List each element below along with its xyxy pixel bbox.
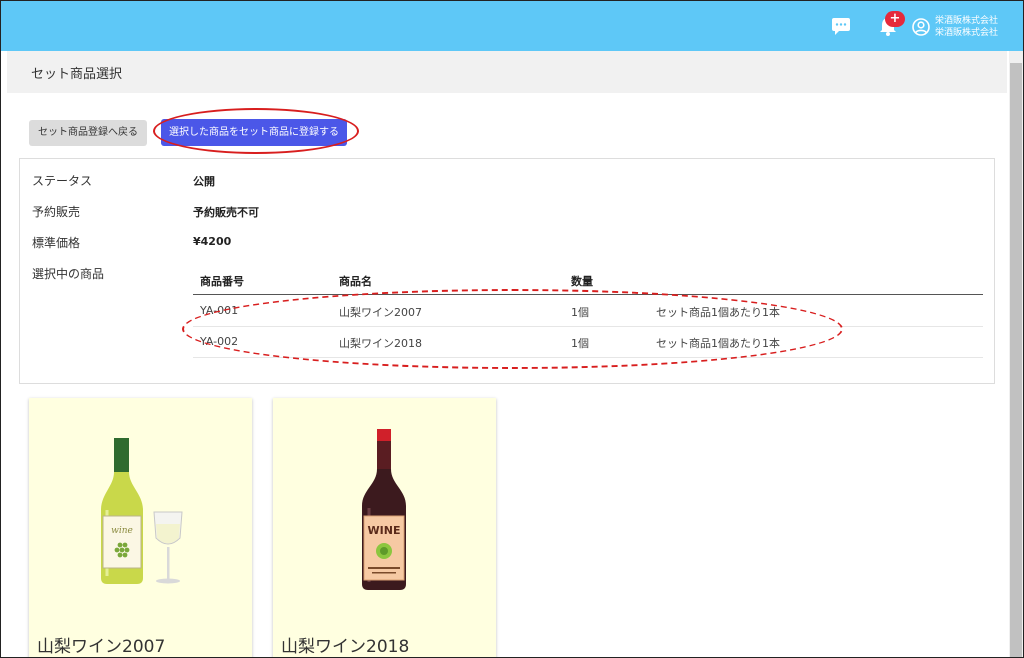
product-name: 山梨ワイン2018 bbox=[281, 637, 410, 657]
row-2-code: YA-002 bbox=[200, 335, 239, 348]
row-2-qty: 1個 bbox=[571, 337, 589, 350]
column-header-code: 商品番号 bbox=[200, 275, 244, 288]
product-name: 山梨ワイン2007 bbox=[37, 637, 166, 657]
selected-products-label: 選択中の商品 bbox=[32, 267, 105, 281]
chat-icon[interactable] bbox=[831, 17, 851, 35]
set-info-panel bbox=[19, 158, 995, 384]
user-company-name[interactable]: 栄酒販株式会社 栄酒販株式会社 bbox=[935, 15, 998, 39]
svg-text:WINE: WINE bbox=[368, 524, 401, 537]
user-line-2: 栄酒販株式会社 bbox=[935, 28, 999, 38]
row-1-code: YA-001 bbox=[200, 304, 239, 317]
back-to-set-registration-button[interactable]: セット商品登録へ戻る bbox=[29, 120, 147, 146]
column-header-qty: 数量 bbox=[571, 275, 593, 288]
table-row-divider bbox=[193, 357, 983, 358]
table-row-divider bbox=[193, 326, 983, 327]
row-2-note: セット商品1個あたり1本 bbox=[656, 337, 780, 350]
status-value: 公開 bbox=[193, 175, 215, 188]
top-navbar bbox=[1, 1, 1023, 51]
row-1-name: 山梨ワイン2007 bbox=[339, 306, 422, 319]
product-card[interactable]: WINE 山梨ワイン2018 bbox=[273, 398, 496, 657]
user-line-1: 栄酒販株式会社 bbox=[935, 16, 999, 26]
red-wine-image: WINE bbox=[362, 429, 406, 590]
page-title-band: セット商品選択 bbox=[7, 51, 1007, 93]
app-window: + 栄酒販株式会社 栄酒販株式会社 セット商品選択 セット商品登録へ戻る 選択し… bbox=[0, 0, 1024, 658]
reservation-value: 予約販売不可 bbox=[193, 206, 259, 219]
table-header-divider bbox=[193, 294, 983, 295]
row-1-note: セット商品1個あたり1本 bbox=[656, 306, 780, 319]
user-account-icon[interactable] bbox=[912, 18, 930, 36]
svg-text:wine: wine bbox=[111, 526, 133, 536]
page-title: セット商品選択 bbox=[31, 67, 123, 82]
product-card[interactable]: wine 山梨ワイン2007 bbox=[29, 398, 252, 657]
price-label: 標準価格 bbox=[32, 236, 81, 250]
row-1-qty: 1個 bbox=[571, 306, 589, 319]
white-wine-image: wine bbox=[101, 438, 183, 584]
price-value: ¥4200 bbox=[193, 235, 232, 248]
notification-badge: + bbox=[885, 11, 905, 27]
reservation-label: 予約販売 bbox=[32, 205, 81, 219]
register-selected-products-button[interactable]: 選択した商品をセット商品に登録する bbox=[161, 119, 347, 146]
column-header-name: 商品名 bbox=[339, 275, 372, 288]
vertical-scrollbar-thumb[interactable] bbox=[1010, 63, 1022, 657]
row-2-name: 山梨ワイン2018 bbox=[339, 337, 422, 350]
status-label: ステータス bbox=[32, 174, 93, 188]
